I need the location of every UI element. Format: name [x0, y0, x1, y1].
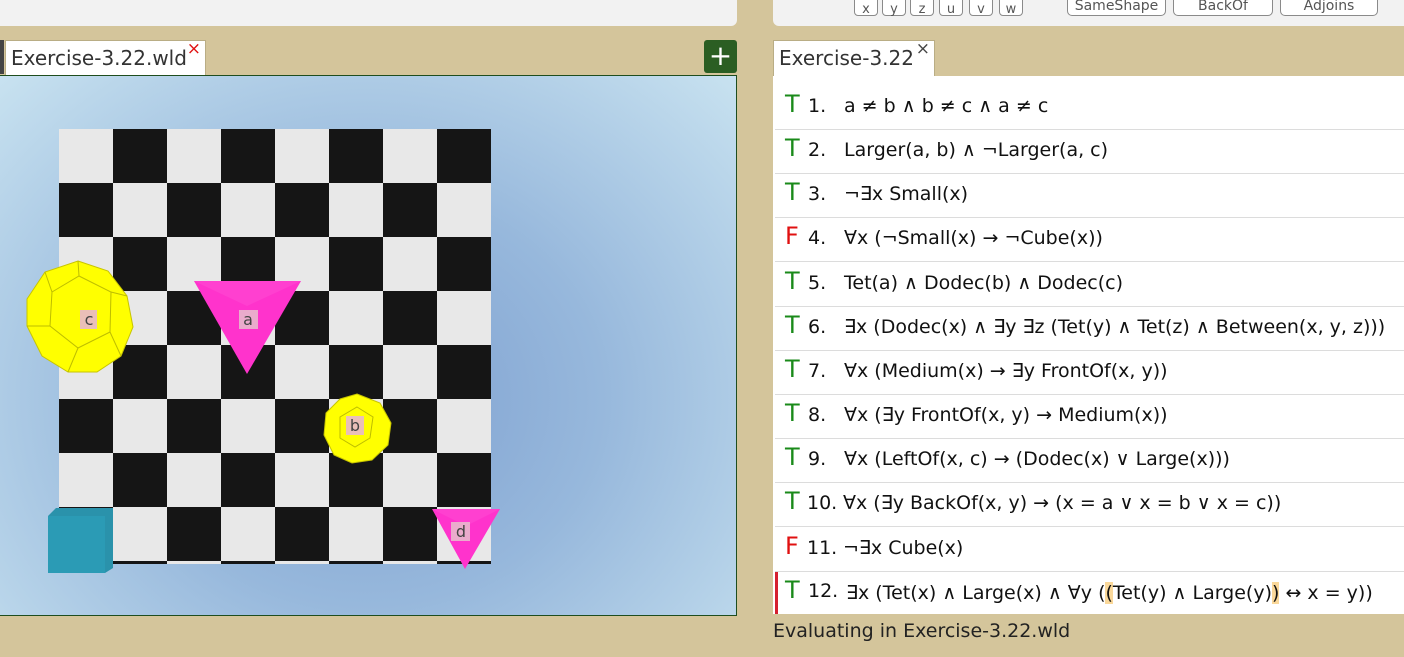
sentence-row-6[interactable]: T 6. ∃x (Dodec(x) ∧ ∃y ∃z (Tet(y) ∧ Tet(…: [775, 307, 1404, 351]
sentence-formula: ∀x (Medium(x) → ∃y FrontOf(x, y)): [844, 360, 1168, 382]
truth-value: T: [785, 178, 800, 206]
close-icon[interactable]: ×: [187, 39, 201, 59]
close-icon[interactable]: ×: [916, 39, 930, 59]
sentence-number: 12.: [808, 580, 839, 602]
sentence-number: 2.: [808, 139, 827, 161]
status-bar: Evaluating in Exercise-3.22.wld: [773, 620, 1071, 642]
tab-world-file-label: Exercise-3.22.wld: [11, 46, 187, 70]
sentence-formula: Tet(a) ∧ Dodec(b) ∧ Dodec(c): [844, 272, 1124, 294]
formula-part: ∃x (Tet(x) ∧ Large(x) ∧ ∀y (: [846, 582, 1106, 604]
variable-x-button[interactable]: x: [854, 0, 878, 17]
tab-world-file[interactable]: Exercise-3.22.wld ×: [5, 39, 206, 76]
label-d: d: [456, 522, 466, 541]
truth-value: T: [785, 90, 800, 118]
truth-value: F: [785, 222, 799, 250]
sentence-number: 5.: [808, 272, 827, 294]
sentence-formula: ∃x (Dodec(x) ∧ ∃y ∃z (Tet(y) ∧ Tet(z) ∧ …: [844, 316, 1386, 338]
truth-value: T: [785, 399, 800, 427]
sentence-formula: ∀x (LeftOf(x, c) → (Dodec(x) ∨ Large(x))…: [844, 448, 1230, 470]
sentence-number: 1.: [808, 95, 827, 117]
sentence-toolbar-panel: x y z u v w SameShape BackOf Adjoins: [773, 0, 1404, 26]
sentence-formula: ∀x (∃y FrontOf(x, y) → Medium(x)): [844, 404, 1168, 426]
variable-y-button[interactable]: y: [882, 0, 906, 17]
sameshape-button[interactable]: SameShape: [1067, 0, 1166, 16]
sentence-number: 6.: [808, 316, 827, 338]
sentence-formula: ¬∃x Small(x): [844, 183, 969, 205]
sentence-number: 3.: [808, 183, 827, 205]
tab-sentence-file-label: Exercise-3.22: [779, 46, 914, 70]
sentence-formula: a ≠ b ∧ b ≠ c ∧ a ≠ c: [844, 95, 1049, 117]
sentence-formula: ∀x (∃y BackOf(x, y) → (x = a ∨ x = b ∨ x…: [843, 492, 1282, 514]
sentence-number: 4.: [808, 227, 827, 249]
sentence-number: 10.: [807, 492, 838, 514]
truth-value: T: [785, 267, 800, 295]
truth-value: F: [785, 532, 799, 560]
tab-sentence-file[interactable]: Exercise-3.22 ×: [773, 39, 935, 76]
world-toolbar-panel: [0, 0, 737, 26]
sentence-row-4[interactable]: F 4. ∀x (¬Small(x) → ¬Cube(x)): [775, 218, 1404, 262]
truth-value: T: [785, 443, 800, 471]
add-tab-button[interactable]: +: [704, 40, 737, 73]
sentence-row-11[interactable]: F 11. ¬∃x Cube(x): [775, 528, 1404, 572]
sentence-number: 9.: [808, 448, 827, 470]
sentence-row-1[interactable]: T 1. a ≠ b ∧ b ≠ c ∧ a ≠ c: [775, 86, 1404, 130]
sentence-formula: ¬∃x Cube(x): [843, 537, 964, 559]
label-b: b: [350, 416, 360, 435]
sentence-row-9[interactable]: T 9. ∀x (LeftOf(x, c) → (Dodec(x) ∨ Larg…: [775, 439, 1404, 483]
variable-z-button[interactable]: z: [910, 0, 934, 17]
sentence-row-2[interactable]: T 2. Larger(a, b) ∧ ¬Larger(a, c): [775, 130, 1404, 174]
sentence-formula: ∀x (¬Small(x) → ¬Cube(x)): [844, 227, 1103, 249]
backof-button[interactable]: BackOf: [1173, 0, 1273, 16]
variable-w-button[interactable]: w: [999, 0, 1023, 17]
sentence-row-3[interactable]: T 3. ¬∃x Small(x): [775, 174, 1404, 218]
label-c: c: [85, 310, 94, 329]
sentence-row-8[interactable]: T 8. ∀x (∃y FrontOf(x, y) → Medium(x)): [775, 395, 1404, 439]
cube-block[interactable]: [48, 508, 113, 573]
label-a: a: [243, 310, 253, 329]
sentence-row-10[interactable]: T 10. ∀x (∃y BackOf(x, y) → (x = a ∨ x =…: [775, 483, 1404, 527]
tab-edge-marker: [0, 40, 4, 74]
sentence-number: 8.: [808, 404, 827, 426]
sentence-list: T 1. a ≠ b ∧ b ≠ c ∧ a ≠ c T 2. Larger(a…: [773, 76, 1404, 614]
truth-value: T: [785, 576, 800, 604]
variable-v-button[interactable]: v: [969, 0, 993, 17]
truth-value: T: [785, 134, 800, 162]
sentence-formula[interactable]: ∃x (Tet(x) ∧ Large(x) ∧ ∀y ((Tet(y) ∧ La…: [846, 582, 1373, 604]
formula-part: ↔ x = y)): [1279, 582, 1373, 604]
adjoins-button[interactable]: Adjoins: [1280, 0, 1378, 16]
truth-value: T: [785, 311, 800, 339]
sentence-number: 11.: [807, 537, 838, 559]
sentence-row-7[interactable]: T 7. ∀x (Medium(x) → ∃y FrontOf(x, y)): [775, 351, 1404, 395]
world-canvas: c a b d: [26, 129, 500, 573]
sentence-row-5[interactable]: T 5. Tet(a) ∧ Dodec(b) ∧ Dodec(c): [775, 263, 1404, 307]
matched-paren-open: (: [1105, 582, 1113, 604]
formula-part: Tet(y) ∧ Large(y): [1112, 582, 1273, 604]
sentence-number: 7.: [808, 360, 827, 382]
sentence-row-12[interactable]: T 12. ∃x (Tet(x) ∧ Large(x) ∧ ∀y ((Tet(y…: [775, 572, 1404, 614]
variable-u-button[interactable]: u: [939, 0, 963, 17]
world-view[interactable]: c a b d: [0, 75, 737, 616]
truth-value: T: [785, 487, 800, 515]
truth-value: T: [785, 355, 800, 383]
sentence-formula: Larger(a, b) ∧ ¬Larger(a, c): [844, 139, 1109, 161]
